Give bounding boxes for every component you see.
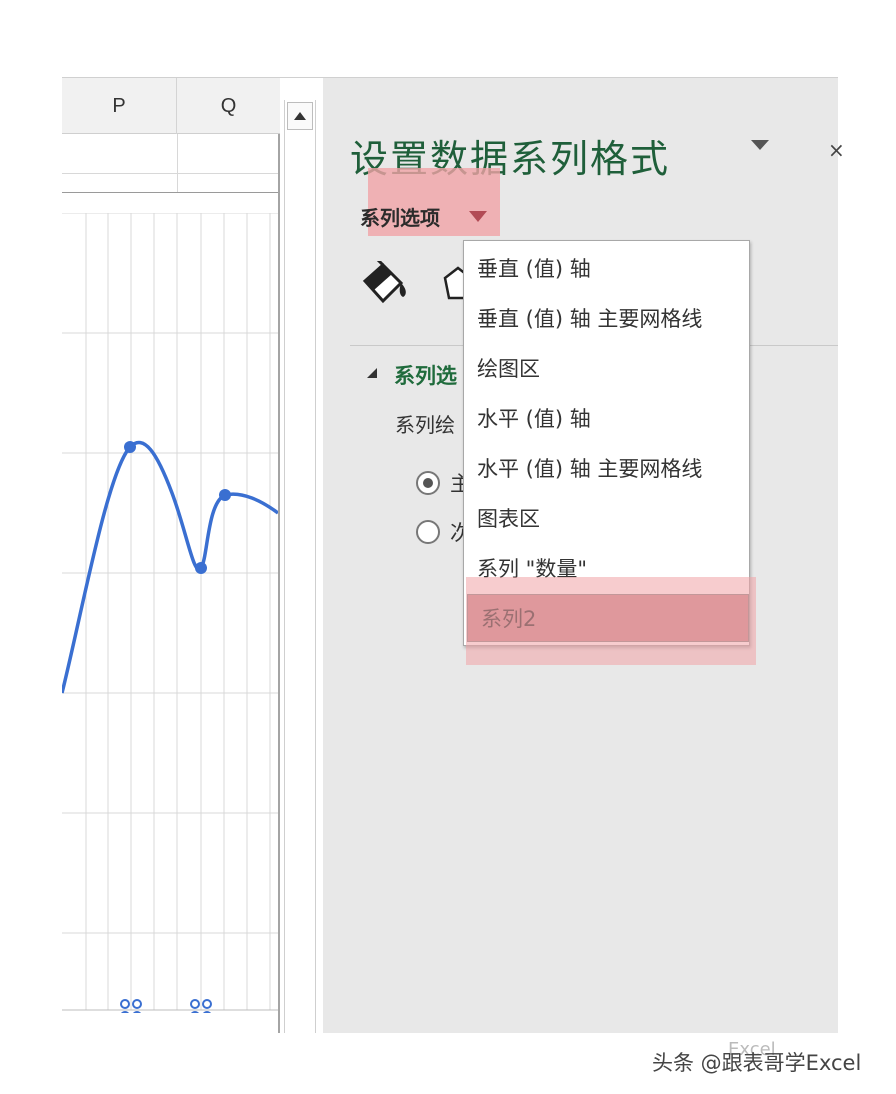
handle-dot [190,999,200,1009]
series-line[interactable] [62,440,278,694]
menu-item[interactable]: 绘图区 [464,344,749,392]
column-header-q[interactable]: Q [177,78,280,134]
chevron-down-icon[interactable] [469,211,487,222]
menu-item[interactable]: 垂直 (值) 轴 [464,244,749,292]
handle-dot [121,1011,129,1013]
series-options-section-label[interactable]: 系列选 [394,360,457,390]
close-icon[interactable]: × [828,138,845,162]
handle-dot [120,999,130,1009]
data-point-marker[interactable] [219,489,231,501]
row-line [62,192,278,193]
paint-bucket-icon[interactable] [361,261,413,311]
secondary-axis-radio[interactable] [416,520,440,544]
handle-dot [191,1011,199,1013]
handle-dot [133,1011,141,1013]
menu-item[interactable]: 图表区 [464,494,749,542]
handle-dot [202,999,212,1009]
menu-item[interactable]: 水平 (值) 轴 主要网格线 [464,444,749,492]
primary-axis-radio[interactable] [416,471,440,495]
column-line [177,134,178,192]
data-point-marker[interactable] [195,562,207,574]
watermark-text: 头条 @跟表哥学Excel [652,1051,862,1075]
pane-options-caret-icon[interactable] [751,140,769,150]
vertical-scrollbar[interactable] [284,100,316,1033]
plot-series-on-label: 系列绘 [395,413,455,437]
scroll-up-button[interactable] [287,102,313,130]
chart-plot-svg [62,213,278,1013]
line-chart[interactable] [62,213,278,1013]
handle-dot [132,999,142,1009]
row-line [62,173,278,174]
chart-border [278,134,280,1033]
series-options-dropdown[interactable]: 系列选项 [360,202,440,231]
spreadsheet-area: P Q [62,78,280,1033]
highlight-box [466,577,756,665]
collapse-triangle-icon[interactable] [365,366,379,380]
column-header-row: P Q [62,78,280,134]
data-point-marker[interactable] [124,441,136,453]
column-header-p[interactable]: P [62,78,177,134]
menu-item[interactable]: 水平 (值) 轴 [464,394,749,442]
menu-item[interactable]: 垂直 (值) 轴 主要网格线 [464,294,749,342]
chevron-up-icon [294,112,306,120]
handle-dot [203,1011,211,1013]
